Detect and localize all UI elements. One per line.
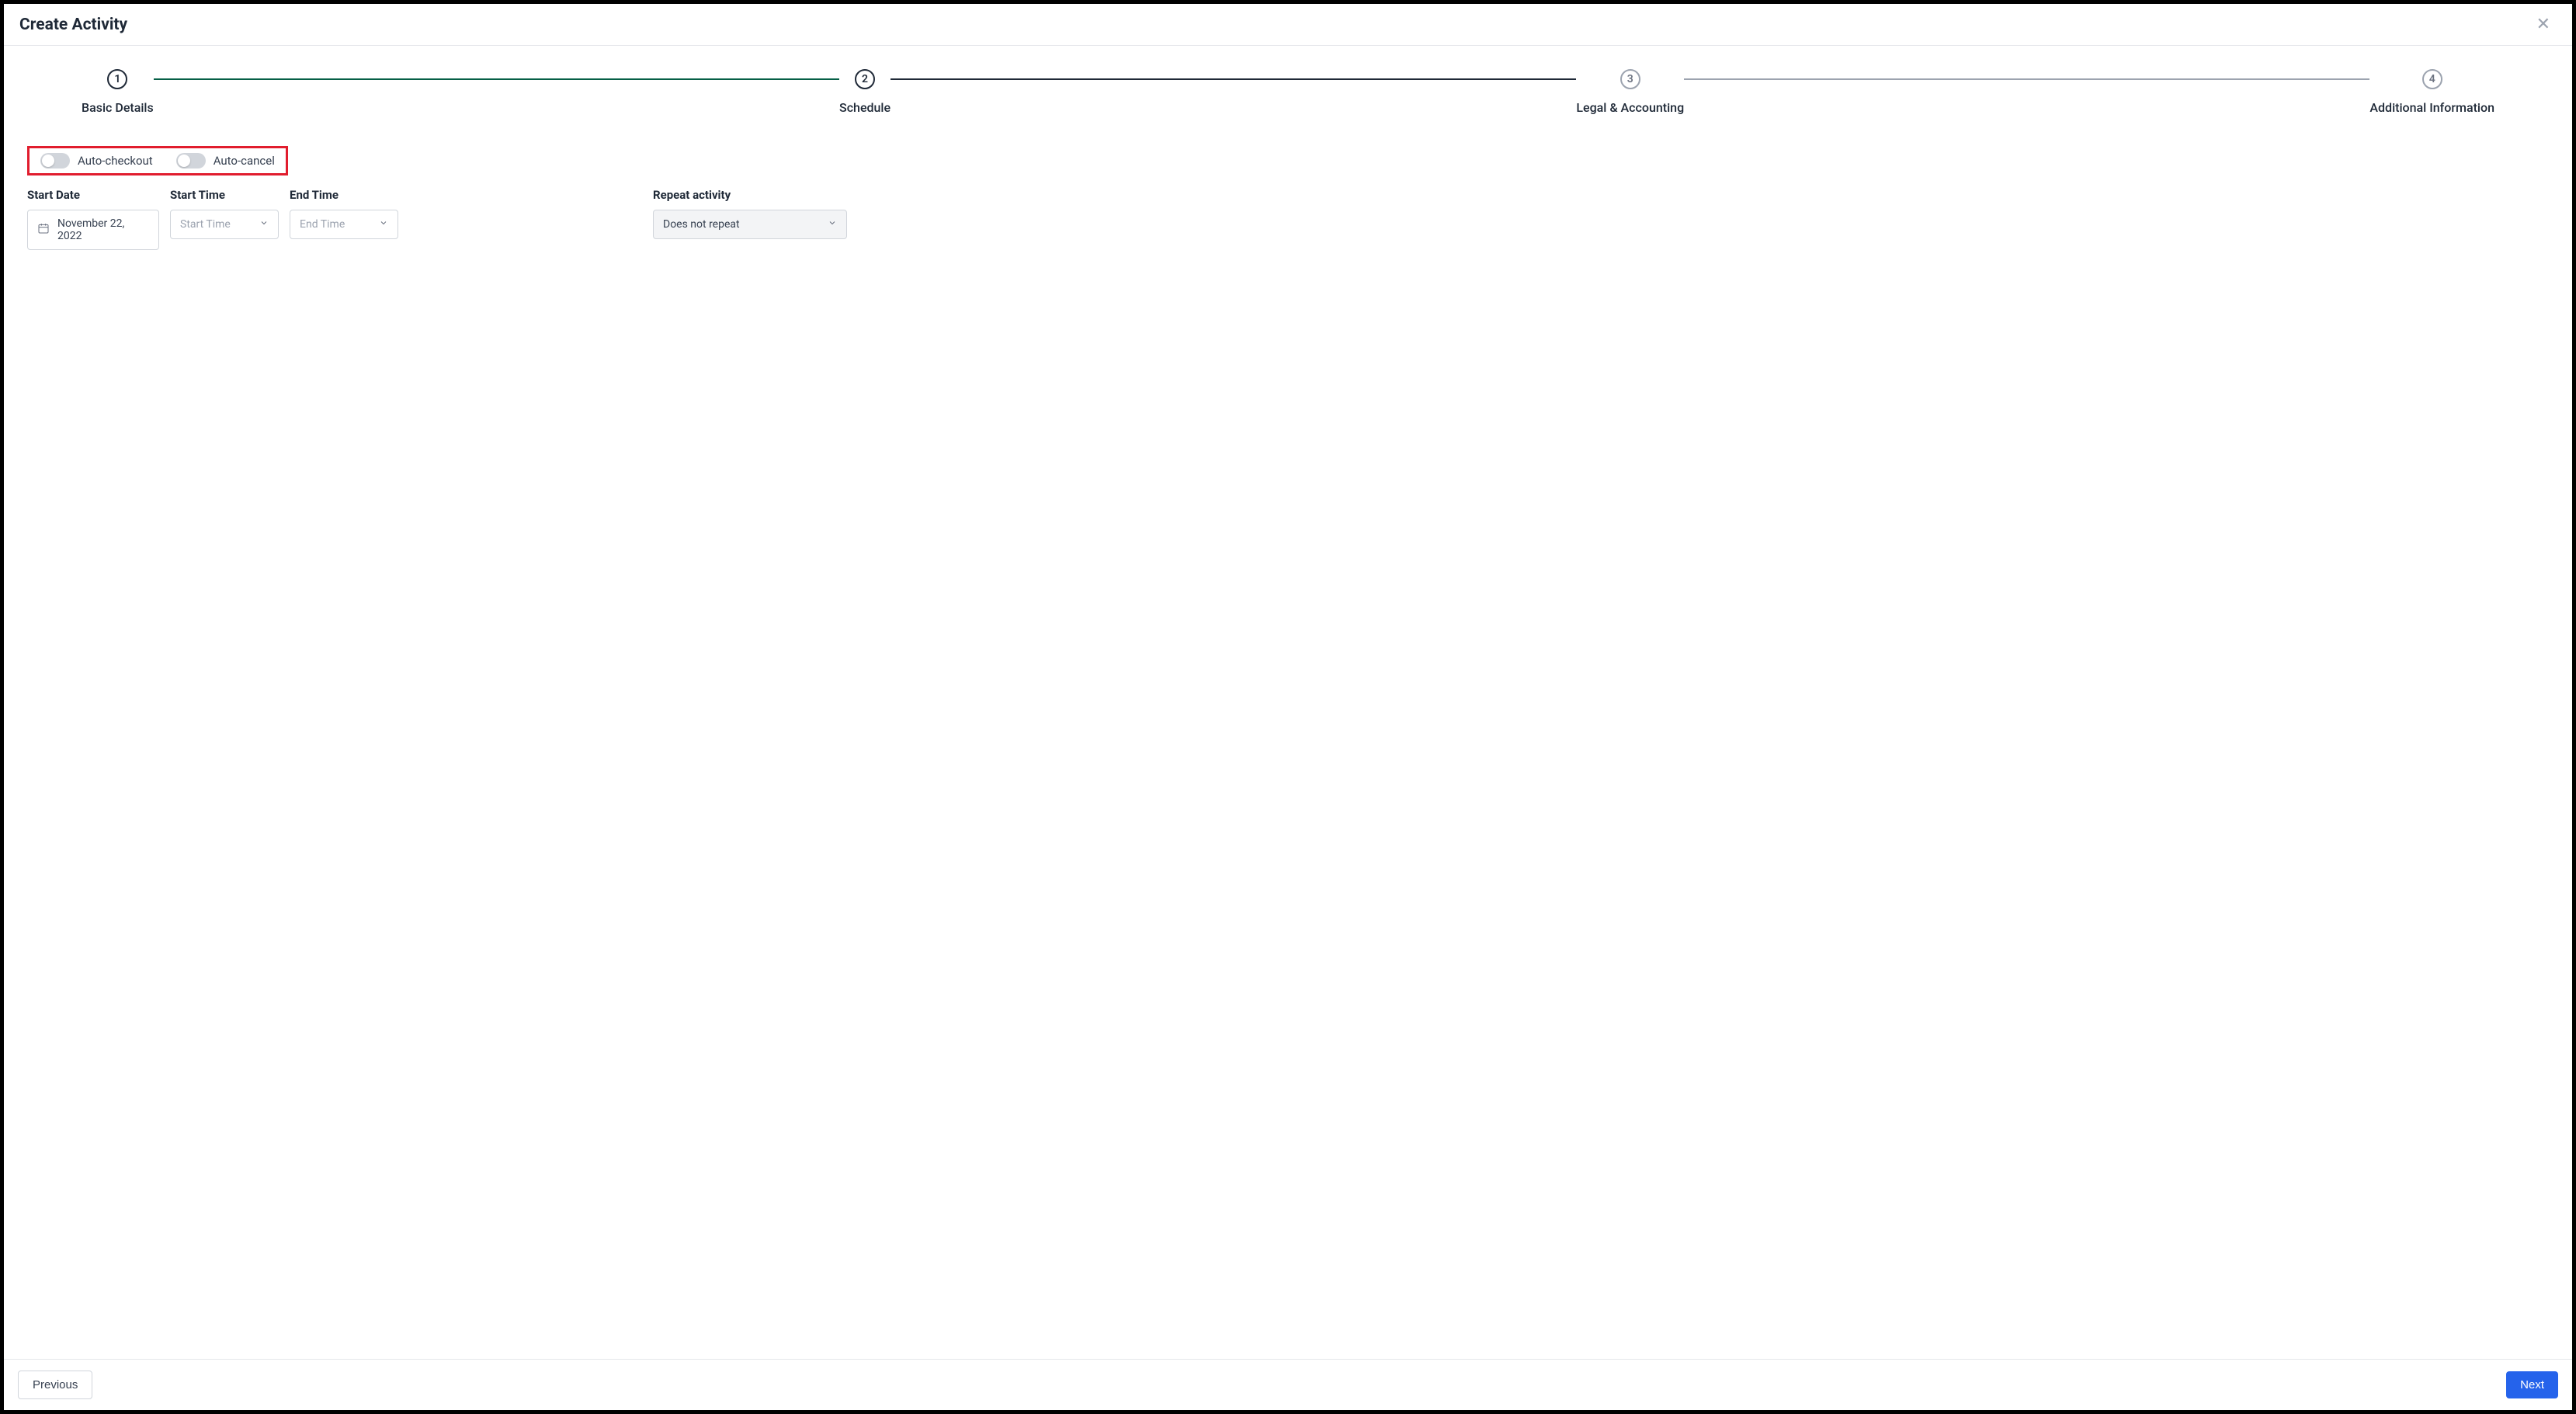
stepper: 1 Basic Details 2 Schedule 3 Legal & Acc…	[4, 46, 2572, 130]
auto-cancel-toggle[interactable]	[176, 153, 206, 168]
step-label: Schedule	[839, 100, 890, 115]
start-date-input[interactable]: November 22, 2022	[27, 210, 159, 250]
step-number: 3	[1620, 69, 1640, 89]
start-time-placeholder: Start Time	[180, 218, 231, 231]
start-time-group: Start Time Start Time	[170, 188, 279, 239]
start-date-label: Start Date	[27, 188, 159, 202]
form-content: Auto-checkout Auto-cancel Start Date Nov…	[4, 130, 2572, 1359]
step-label: Basic Details	[82, 100, 154, 115]
auto-checkout-toggle[interactable]	[40, 153, 70, 168]
step-legal-accounting[interactable]: 3 Legal & Accounting	[1576, 69, 1684, 115]
step-label: Legal & Accounting	[1576, 100, 1684, 115]
form-row: Start Date November 22, 2022 Start Time …	[27, 188, 2549, 250]
step-connector	[890, 78, 1576, 80]
step-connector	[1684, 78, 2369, 80]
close-button[interactable]: ✕	[2530, 15, 2557, 34]
step-basic-details[interactable]: 1 Basic Details	[82, 69, 154, 115]
step-number: 4	[2422, 69, 2442, 89]
step-number: 2	[855, 69, 875, 89]
previous-button[interactable]: Previous	[18, 1371, 92, 1399]
end-time-label: End Time	[290, 188, 398, 202]
chevron-down-icon	[379, 218, 388, 231]
end-time-group: End Time End Time	[290, 188, 398, 239]
step-number: 1	[107, 69, 127, 89]
repeat-activity-group: Repeat activity Does not repeat	[653, 188, 847, 239]
auto-checkout-toggle-group: Auto-checkout	[40, 153, 153, 168]
chevron-down-icon	[828, 218, 837, 231]
start-time-select[interactable]: Start Time	[170, 210, 279, 239]
dialog-footer: Previous Next	[4, 1359, 2572, 1410]
repeat-activity-value: Does not repeat	[663, 218, 740, 231]
auto-cancel-toggle-group: Auto-cancel	[176, 153, 275, 168]
calendar-icon	[37, 222, 50, 238]
auto-checkout-label: Auto-checkout	[78, 154, 153, 168]
step-connector	[154, 78, 839, 80]
dialog-header: Create Activity ✕	[4, 4, 2572, 46]
toggle-knob	[178, 155, 190, 167]
chevron-down-icon	[259, 218, 269, 231]
toggle-knob	[42, 155, 54, 167]
toggles-highlight-box: Auto-checkout Auto-cancel	[27, 146, 288, 175]
start-date-value: November 22, 2022	[57, 217, 149, 242]
close-icon: ✕	[2536, 15, 2550, 34]
auto-cancel-label: Auto-cancel	[214, 154, 275, 168]
step-label: Additional Information	[2369, 100, 2494, 115]
repeat-activity-select[interactable]: Does not repeat	[653, 210, 847, 239]
end-time-placeholder: End Time	[300, 218, 345, 231]
start-time-label: Start Time	[170, 188, 279, 202]
start-date-group: Start Date November 22, 2022	[27, 188, 159, 250]
dialog-title: Create Activity	[19, 16, 127, 34]
next-button[interactable]: Next	[2506, 1371, 2558, 1398]
step-schedule[interactable]: 2 Schedule	[839, 69, 890, 115]
end-time-select[interactable]: End Time	[290, 210, 398, 239]
repeat-activity-label: Repeat activity	[653, 188, 847, 202]
step-additional-information[interactable]: 4 Additional Information	[2369, 69, 2494, 115]
